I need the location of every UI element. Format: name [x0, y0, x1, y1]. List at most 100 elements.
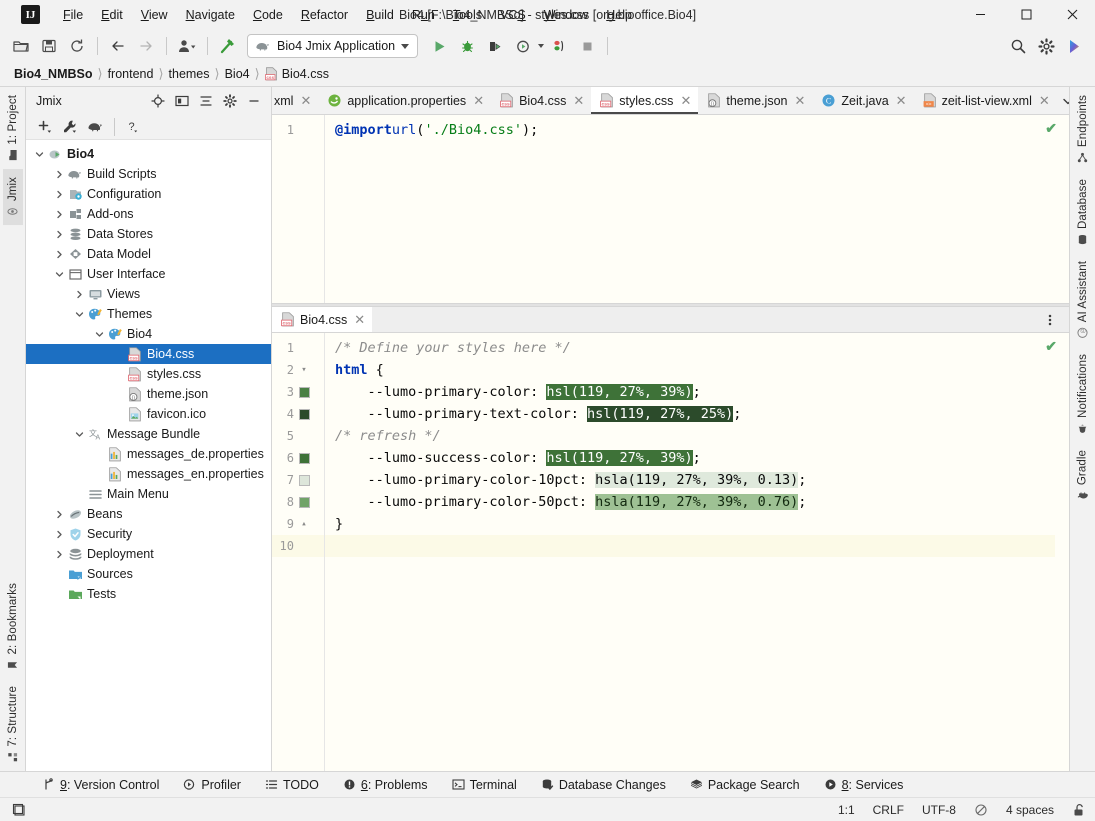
tree-row[interactable]: Views	[26, 284, 271, 304]
menu-file[interactable]: File	[54, 5, 92, 25]
tree-row[interactable]: Add-ons	[26, 204, 271, 224]
tree-row[interactable]: Configuration	[26, 184, 271, 204]
minimize-button[interactable]	[957, 0, 1003, 30]
editor-tab-zeit-list-view-xml[interactable]: <> zeit-list-view.xml ✕	[914, 87, 1057, 114]
hide-panel-icon[interactable]	[243, 91, 265, 111]
project-tree[interactable]: Bio4 Build Scripts Configuration Add-ons Dat…	[26, 140, 271, 771]
tree-row[interactable]: Bio4	[26, 144, 271, 164]
close-icon[interactable]: ✕	[680, 93, 691, 109]
chevron-right-icon[interactable]	[52, 510, 66, 519]
tree-row[interactable]: Themes	[26, 304, 271, 324]
chevron-right-icon[interactable]	[52, 210, 66, 219]
editor-tab-theme-json[interactable]: {} theme.json ✕	[698, 87, 812, 114]
collapse-all-icon[interactable]	[195, 91, 217, 111]
chevron-right-icon[interactable]	[52, 530, 66, 539]
tree-row[interactable]: favicon.ico	[26, 404, 271, 424]
breadcrumb-item-3[interactable]: Bio4	[221, 67, 254, 81]
help-question-icon[interactable]: ?	[123, 117, 145, 137]
bottom-item-package-search[interactable]: Package Search	[686, 776, 804, 794]
breadcrumb-item-1[interactable]: frontend	[104, 67, 158, 81]
menu-help[interactable]: Help	[597, 5, 641, 25]
no-edit-icon[interactable]	[965, 803, 997, 817]
menu-refactor[interactable]: Refactor	[292, 5, 357, 25]
split-editor-tab-bio4-css[interactable]: css Bio4.css ✕	[272, 307, 373, 332]
profile-run-button[interactable]	[510, 34, 536, 58]
sidebar-item-gradle[interactable]: Gradle	[1072, 442, 1093, 509]
top-editor-code[interactable]: @import url('./Bio4.css');	[324, 115, 1055, 303]
bottom-item-problems[interactable]: 6: Problems	[339, 776, 432, 794]
build-hammer-icon[interactable]	[215, 34, 241, 58]
close-icon[interactable]: ✕	[354, 312, 365, 328]
editor-tab-bio4-css[interactable]: css Bio4.css ✕	[491, 87, 591, 114]
inspection-ok-icon[interactable]: ✔	[1045, 338, 1057, 355]
forward-arrow-icon[interactable]	[133, 34, 159, 58]
editor-tab-application-properties[interactable]: application.properties ✕	[318, 87, 491, 114]
tree-row[interactable]: css Bio4.css	[26, 344, 271, 364]
menu-code[interactable]: Code	[244, 5, 292, 25]
bottom-item-version-control[interactable]: 9: Version Control	[38, 776, 163, 794]
profile-dropdown-chevron-icon[interactable]	[538, 44, 545, 48]
breadcrumb-item-0[interactable]: Bio4_NMBSo	[10, 67, 96, 81]
debug-button[interactable]	[454, 34, 480, 58]
close-icon[interactable]: ✕	[473, 93, 484, 109]
close-icon[interactable]: ✕	[573, 93, 584, 109]
ai-assistant-icon[interactable]	[1061, 34, 1087, 58]
run-button[interactable]	[426, 34, 452, 58]
bottom-item-profiler[interactable]: Profiler	[179, 776, 245, 794]
gear-icon[interactable]	[219, 91, 241, 111]
caret-position[interactable]: 1:1	[829, 803, 864, 817]
indent-setting[interactable]: 4 spaces	[997, 803, 1063, 817]
menu-vcs[interactable]: VCS	[491, 5, 535, 25]
search-icon[interactable]	[1005, 34, 1031, 58]
tree-row[interactable]: messages_en.properties	[26, 464, 271, 484]
sidebar-item-notifications[interactable]: Notifications	[1073, 346, 1093, 442]
tree-row[interactable]: css styles.css	[26, 364, 271, 384]
save-icon[interactable]	[36, 34, 62, 58]
wrench-icon[interactable]	[59, 117, 81, 137]
bottom-item-database-changes[interactable]: Database Changes	[537, 776, 670, 794]
close-icon[interactable]: ✕	[300, 93, 311, 109]
sidebar-item-bookmarks[interactable]: 2: Bookmarks	[3, 575, 23, 679]
fold-end-icon[interactable]: ▴	[299, 519, 309, 529]
breadcrumb-item-4[interactable]: css Bio4.css	[261, 67, 333, 81]
chevron-right-icon[interactable]	[52, 550, 66, 559]
tree-row[interactable]: 文 A Message Bundle	[26, 424, 271, 444]
editor-tab-zeit-java[interactable]: C Zeit.java ✕	[812, 87, 913, 114]
close-icon[interactable]: ✕	[1039, 93, 1050, 109]
split-editor-pane[interactable]: 1 2 ▾ 3 4 5 6 7 8 9 ▴ 10 /* Define your st…	[272, 333, 1069, 771]
tree-row[interactable]: Sources	[26, 564, 271, 584]
sidebar-item-jmix[interactable]: Jmix	[2, 168, 23, 225]
back-arrow-icon[interactable]	[105, 34, 131, 58]
tree-row[interactable]: User Interface	[26, 264, 271, 284]
menu-tools[interactable]: Tools	[444, 5, 491, 25]
chevron-right-icon[interactable]	[52, 250, 66, 259]
sidebar-item-database[interactable]: Database	[1073, 171, 1093, 253]
menu-build[interactable]: Build	[357, 5, 403, 25]
settings-gear-icon[interactable]	[1033, 34, 1059, 58]
menu-run[interactable]: Run	[403, 5, 444, 25]
color-swatch[interactable]	[299, 386, 310, 398]
open-folder-icon[interactable]	[8, 34, 34, 58]
split-editor-gutter[interactable]: 1 2 ▾ 3 4 5 6 7 8 9 ▴ 10	[272, 333, 324, 771]
tree-row[interactable]: Main Menu	[26, 484, 271, 504]
chevron-right-icon[interactable]	[52, 190, 66, 199]
editor-tab-styles-css[interactable]: css styles.css ✕	[591, 87, 699, 114]
bottom-item-todo[interactable]: TODO	[261, 776, 323, 794]
chevron-down-icon[interactable]	[32, 150, 46, 159]
top-editor-gutter[interactable]: 1	[272, 115, 324, 303]
menu-window[interactable]: Window	[535, 5, 597, 25]
lock-open-icon[interactable]	[1063, 803, 1087, 817]
tree-row[interactable]: {} theme.json	[26, 384, 271, 404]
line-separator[interactable]: CRLF	[864, 803, 913, 817]
more-options-icon[interactable]	[1039, 310, 1061, 330]
close-icon[interactable]: ✕	[795, 93, 806, 109]
profile-icon[interactable]	[174, 34, 200, 58]
stop-button[interactable]	[574, 34, 600, 58]
tree-row[interactable]: Build Scripts	[26, 164, 271, 184]
color-swatch[interactable]	[299, 408, 310, 420]
bottom-item-terminal[interactable]: Terminal	[448, 776, 521, 794]
breadcrumb-item-2[interactable]: themes	[165, 67, 214, 81]
chevron-down-icon[interactable]	[1057, 91, 1069, 111]
top-editor-styles-css[interactable]: 1 @import url('./Bio4.css'); ✔	[272, 115, 1069, 303]
chevron-right-icon[interactable]	[52, 170, 66, 179]
